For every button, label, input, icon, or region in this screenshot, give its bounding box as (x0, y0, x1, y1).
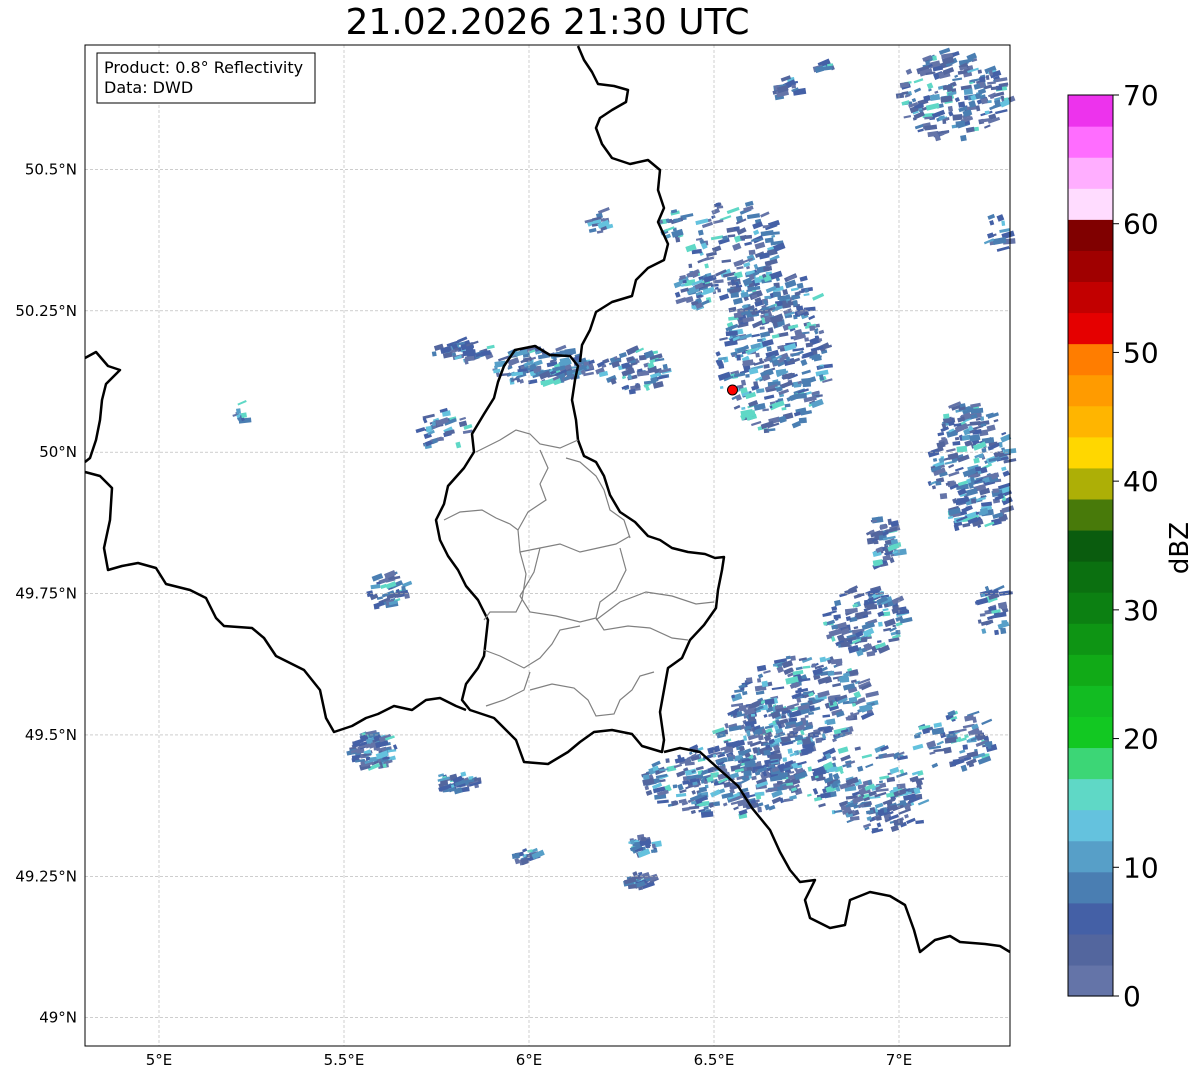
colorbar-swatch (1068, 871, 1113, 904)
colorbar-swatch (1068, 840, 1113, 873)
colorbar-swatch (1068, 405, 1113, 438)
colorbar-swatch (1068, 592, 1113, 624)
colorbar-swatch (1068, 561, 1113, 593)
colorbar-tick-label: 40 (1123, 465, 1159, 498)
colorbar-tick-label: 10 (1123, 851, 1159, 884)
colorbar-swatch (1068, 809, 1113, 842)
colorbar-swatch (1068, 623, 1113, 655)
colorbar-swatch (1068, 219, 1113, 251)
colorbar-swatch (1068, 343, 1113, 376)
colorbar-swatch (1068, 467, 1113, 500)
colorbar-swatch (1068, 436, 1113, 469)
colorbar-ticks: 0 10 20 30 40 50 60 70 (1113, 79, 1159, 1013)
colorbar-tick-label: 30 (1123, 594, 1159, 627)
colorbar-swatch (1068, 654, 1113, 686)
colorbar-label: dBZ (1165, 522, 1195, 574)
colorbar-swatch (1068, 933, 1113, 966)
colorbar-swatch (1068, 281, 1113, 314)
colorbar-swatch (1068, 778, 1113, 811)
colorbar-swatch (1068, 312, 1113, 345)
colorbar-swatch (1068, 498, 1113, 531)
colorbar-swatch (1068, 157, 1113, 189)
colorbar-tick-label: 70 (1123, 79, 1159, 112)
colorbar-swatch (1068, 374, 1113, 407)
colorbar-swatch (1068, 685, 1113, 717)
colorbar-tick-label: 50 (1123, 336, 1159, 369)
colorbar-swatch (1068, 964, 1113, 997)
colorbar: 0 10 20 30 40 50 60 70 dBZ (1067, 79, 1195, 1013)
colorbar-swatch (1068, 529, 1113, 562)
colorbar-tick-label: 20 (1123, 723, 1159, 756)
colorbar-swatch (1068, 95, 1113, 127)
colorbar-tick-label: 0 (1123, 980, 1141, 1013)
colorbar-swatch (1068, 716, 1113, 749)
colorbar-swatch (1068, 250, 1113, 283)
colorbar-tick-label: 60 (1123, 208, 1159, 241)
colorbar-swatches (1068, 95, 1113, 997)
colorbar-swatch (1068, 126, 1113, 158)
colorbar-swatch (1068, 902, 1113, 935)
colorbar-swatch (1068, 747, 1113, 780)
colorbar-swatch (1068, 188, 1113, 220)
